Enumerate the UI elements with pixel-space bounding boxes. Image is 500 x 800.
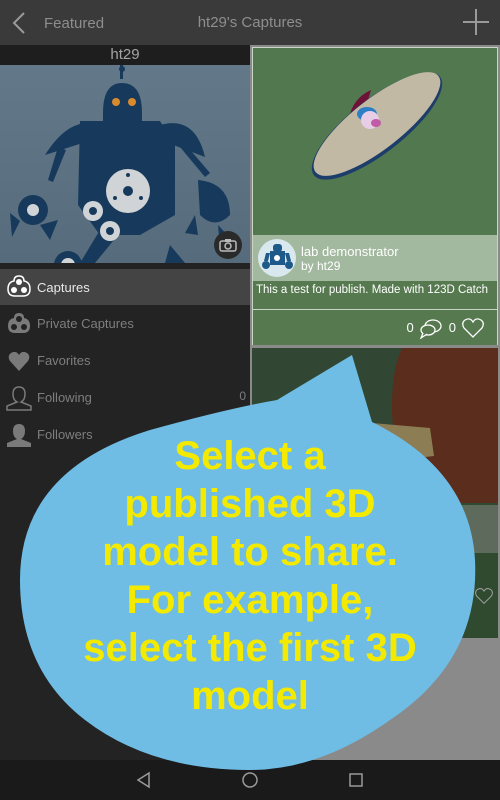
robot-illustration: [10, 65, 235, 263]
profile-menu: Captures Private Captures Favorites Foll…: [0, 269, 250, 453]
menu-item-private-captures[interactable]: Private Captures: [0, 305, 250, 342]
back-button[interactable]: Featured: [10, 8, 104, 38]
tutorial-line: For example,: [126, 578, 374, 622]
model-preview: [311, 72, 443, 180]
tutorial-line: model to share.: [102, 530, 398, 574]
tutorial-text: Select a published 3D model to share. Fo…: [55, 432, 445, 720]
capture-author-row: lab demonstrator by ht29: [253, 235, 497, 281]
plus-icon[interactable]: [462, 8, 490, 36]
menu-label: Captures: [37, 279, 90, 295]
profile-username: ht29: [0, 45, 250, 65]
profile-image: [0, 65, 250, 263]
person-outline-icon: [4, 384, 34, 412]
private-captures-icon: [4, 310, 34, 338]
top-bar: Featured ht29's Captures: [0, 0, 500, 45]
screen: Featured ht29's Captures ht29 Captures P…: [0, 0, 500, 800]
capture-card[interactable]: lab demonstrator by ht29 This a test for…: [252, 47, 498, 345]
capture-title: lab demonstrator: [301, 243, 399, 259]
captures-icon: [4, 273, 34, 301]
capture-thumbnail: [253, 48, 497, 234]
heart-icon: [4, 347, 34, 375]
tutorial-line: select the first 3D: [83, 626, 417, 670]
menu-label: Private Captures: [37, 316, 134, 331]
capture-description: This a test for publish. Made with 123D …: [253, 282, 497, 308]
capture-author[interactable]: by ht29: [301, 259, 399, 273]
comment-count: 0: [406, 320, 414, 335]
system-nav-bar: [0, 760, 500, 800]
tutorial-line: Select a: [174, 434, 326, 478]
nav-back-icon[interactable]: [134, 770, 154, 790]
menu-label: Following: [37, 390, 92, 405]
heart-outline-icon[interactable]: [461, 317, 485, 339]
chevron-left-icon: [12, 12, 25, 34]
heart-outline-icon[interactable]: [474, 587, 494, 605]
comment-icon[interactable]: [419, 317, 443, 339]
author-avatar[interactable]: [258, 239, 296, 277]
menu-label: Favorites: [37, 353, 91, 368]
following-count: 0: [239, 389, 246, 403]
person-icon: [4, 421, 34, 449]
camera-icon: [219, 239, 237, 252]
menu-item-following[interactable]: Following 0: [0, 379, 250, 416]
tutorial-line: model: [191, 674, 309, 718]
capture-stats: 0 0: [253, 309, 497, 345]
back-label: Featured: [44, 14, 105, 32]
tutorial-line: published 3D: [124, 482, 376, 526]
camera-button[interactable]: [214, 231, 242, 259]
nav-home-icon[interactable]: [240, 770, 260, 790]
menu-item-captures[interactable]: Captures: [0, 269, 250, 305]
menu-item-favorites[interactable]: Favorites: [0, 342, 250, 379]
nav-recents-icon[interactable]: [346, 770, 366, 790]
like-count: 0: [448, 320, 456, 335]
